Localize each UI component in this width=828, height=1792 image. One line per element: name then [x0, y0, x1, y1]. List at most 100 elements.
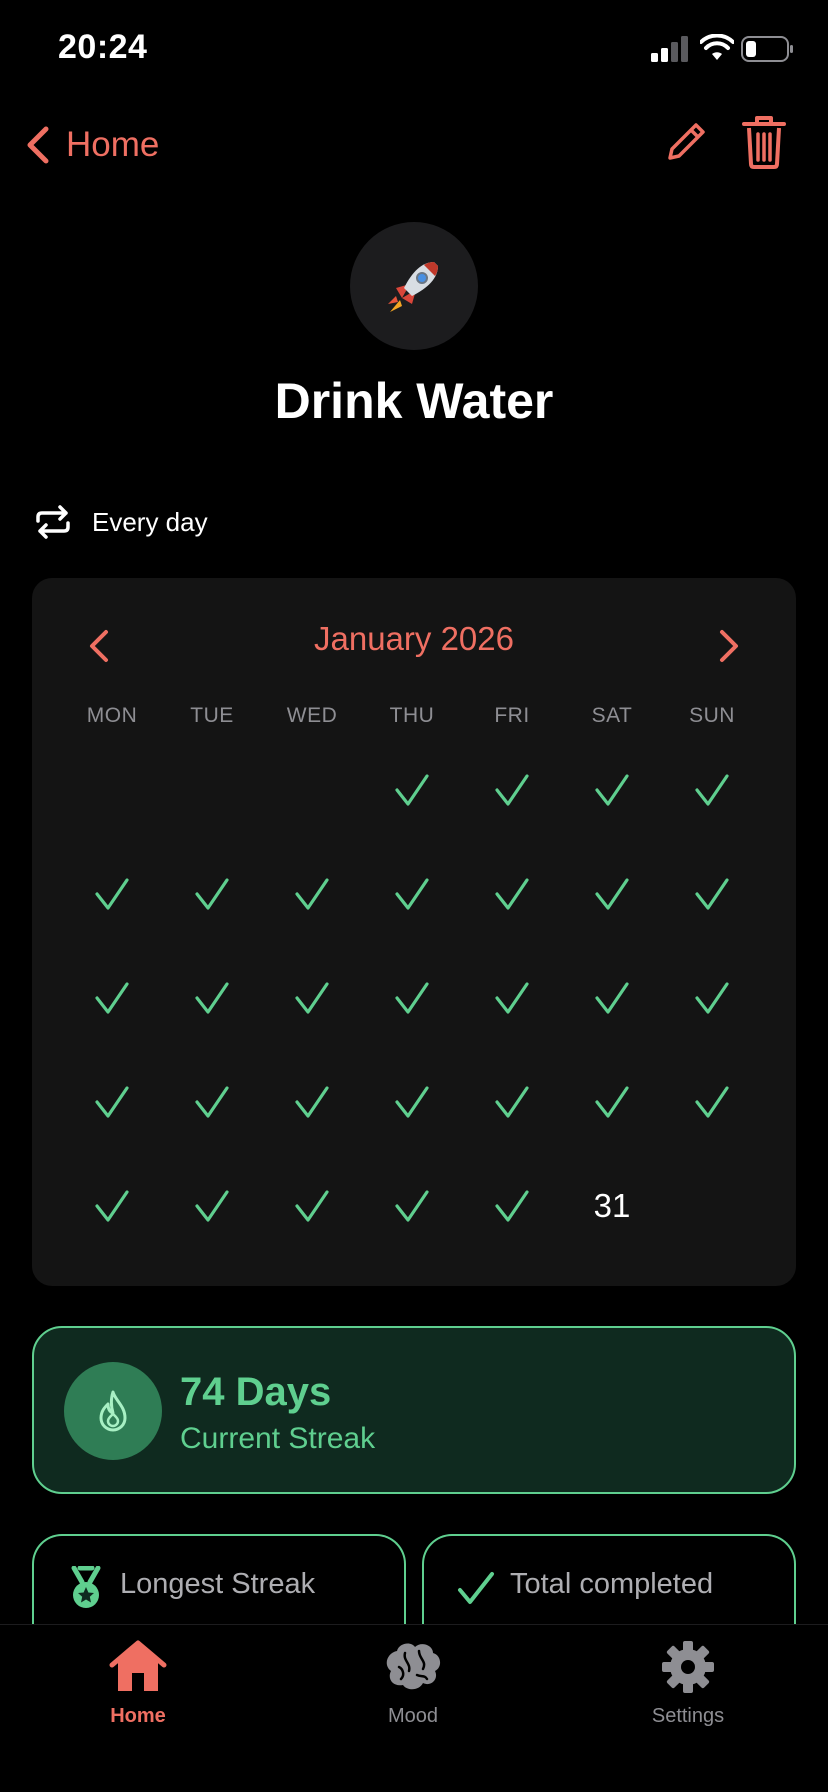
checkmark-icon: [195, 878, 229, 910]
checkmark-icon: [195, 1086, 229, 1118]
calendar-day-completed[interactable]: [462, 1050, 562, 1154]
status-bar: 20:24: [0, 0, 828, 100]
checkmark-icon: [295, 1190, 329, 1222]
weekday-label: SUN: [689, 704, 735, 727]
tab-mood-label: Mood: [387, 1705, 439, 1727]
calendar-day-completed[interactable]: [662, 946, 762, 1050]
checkmark-icon: [695, 1086, 729, 1118]
calendar-day-completed[interactable]: [662, 1050, 762, 1154]
checkmark-icon: [495, 1190, 529, 1222]
wifi-icon: [700, 34, 734, 60]
weekday-label: SAT: [591, 704, 633, 727]
frequency-row: Every day: [34, 500, 208, 544]
calendar-day-completed[interactable]: [362, 946, 462, 1050]
checkmark-icon: [595, 982, 629, 1014]
trash-icon[interactable]: [740, 114, 788, 170]
calendar-day-completed[interactable]: [162, 842, 262, 946]
flame-icon: [99, 1390, 127, 1432]
checkmark-icon: [395, 878, 429, 910]
medal-icon: [71, 1566, 101, 1608]
tab-settings[interactable]: Settings: [608, 1639, 768, 1739]
checkmark-icon: [495, 982, 529, 1014]
calendar-day-completed[interactable]: [162, 946, 262, 1050]
gear-icon: [662, 1641, 714, 1693]
checkmark-icon: [395, 1086, 429, 1118]
calendar-day-completed[interactable]: [162, 1050, 262, 1154]
tab-bar: Home Mood Settings: [0, 1624, 828, 1792]
status-time: 20:24: [58, 28, 148, 66]
nav-bar: Home: [0, 110, 828, 180]
tab-mood[interactable]: Mood: [333, 1639, 493, 1739]
tab-home-label: Home: [110, 1705, 166, 1727]
calendar-day-completed[interactable]: [562, 946, 662, 1050]
calendar-day-completed[interactable]: [262, 946, 362, 1050]
calendar-empty-cell: [162, 738, 262, 842]
habit-title: Drink Water: [274, 373, 554, 429]
weekday-label: THU: [389, 704, 435, 727]
calendar-day-completed[interactable]: [362, 1154, 462, 1258]
checkmark-icon: [595, 774, 629, 806]
checkmark-icon: [695, 982, 729, 1014]
repeat-icon: [36, 505, 70, 539]
checkmark-icon: [695, 878, 729, 910]
checkmark-icon: [95, 982, 129, 1014]
calendar-day-completed[interactable]: [62, 842, 162, 946]
weekday-header: MON TUE WED THU FRI SAT SUN: [62, 704, 762, 728]
calendar-day-completed[interactable]: [262, 842, 362, 946]
chevron-left-icon: [27, 126, 49, 164]
calendar-day-completed[interactable]: [62, 1050, 162, 1154]
calendar-day-completed[interactable]: [262, 1154, 362, 1258]
edit-pencil-icon[interactable]: [662, 118, 710, 168]
calendar-empty-cell: [262, 738, 362, 842]
calendar-empty-cell: [62, 738, 162, 842]
frequency-label: Every day: [92, 506, 208, 537]
calendar-day-completed[interactable]: [262, 1050, 362, 1154]
checkmark-icon: [395, 1190, 429, 1222]
current-streak-card: 74 Days Current Streak: [32, 1326, 796, 1494]
calendar-day-completed[interactable]: [462, 738, 562, 842]
calendar-day-completed[interactable]: [462, 946, 562, 1050]
checkmark-icon: [295, 1086, 329, 1118]
calendar-month-title: January 2026: [314, 620, 514, 657]
back-button[interactable]: Home: [24, 120, 159, 170]
checkmark-icon: [295, 878, 329, 910]
habit-avatar: [350, 222, 478, 350]
calendar-day-completed[interactable]: [662, 738, 762, 842]
checkmark-icon: [395, 982, 429, 1014]
longest-streak-label: Longest Streak: [120, 1568, 316, 1600]
calendar-day-completed[interactable]: [362, 738, 462, 842]
calendar-day-completed[interactable]: [162, 1154, 262, 1258]
checkmark-icon: [495, 878, 529, 910]
brain-icon: [386, 1643, 441, 1690]
weekday-label: MON: [86, 704, 138, 727]
next-month-icon[interactable]: [704, 622, 752, 670]
calendar-day-completed[interactable]: [362, 1050, 462, 1154]
calendar-day-completed[interactable]: [662, 842, 762, 946]
calendar-day-today[interactable]: 31: [562, 1154, 662, 1258]
calendar-day-completed[interactable]: [62, 946, 162, 1050]
checkmark-icon: [495, 774, 529, 806]
calendar-day-grid: 31: [62, 738, 762, 1258]
checkmark-icon: [95, 1190, 129, 1222]
checkmark-icon: [495, 1086, 529, 1118]
calendar-day-completed[interactable]: [562, 1050, 662, 1154]
calendar-day-completed[interactable]: [462, 842, 562, 946]
checkmark-icon: [195, 982, 229, 1014]
cellular-signal-icon: [651, 36, 688, 62]
total-completed-label: Total completed: [510, 1568, 714, 1600]
checkmark-icon: [195, 1190, 229, 1222]
tab-home[interactable]: Home: [58, 1639, 218, 1739]
calendar-card: January 2026 MON TUE WED THU FRI SAT SUN 31: [32, 578, 796, 1286]
calendar-day-completed[interactable]: [62, 1154, 162, 1258]
house-icon: [109, 1640, 167, 1691]
calendar-day-completed[interactable]: [562, 738, 662, 842]
checkmark-icon: [295, 982, 329, 1014]
calendar-day-completed[interactable]: [362, 842, 462, 946]
checkmark-icon: [95, 1086, 129, 1118]
calendar-day-completed[interactable]: [562, 842, 662, 946]
calendar-day-completed[interactable]: [462, 1154, 562, 1258]
back-label: Home: [66, 125, 160, 164]
checkmark-icon: [395, 774, 429, 806]
rocket-icon: [388, 262, 438, 312]
checkmark-icon: [595, 878, 629, 910]
